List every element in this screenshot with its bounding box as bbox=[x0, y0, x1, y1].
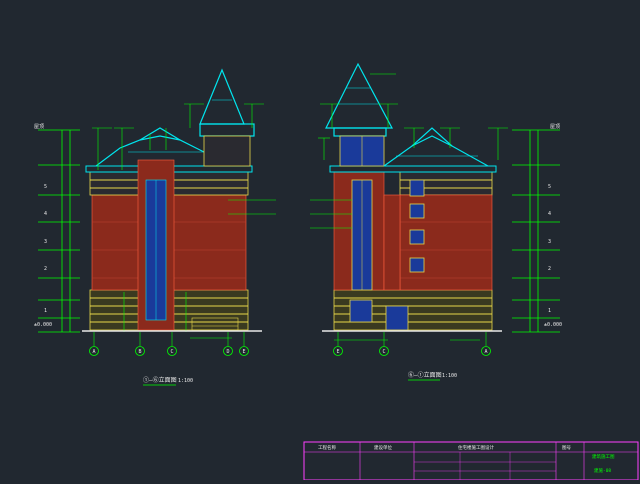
left-view-title-text: ①—⑥立面图 bbox=[143, 376, 177, 384]
title-block-header-1: 工程名称 bbox=[318, 444, 336, 451]
level-label-3: 3 bbox=[44, 239, 47, 245]
right-level-label-4: 4 bbox=[548, 211, 551, 217]
left-axis-label-1: A bbox=[92, 349, 95, 355]
title-block-header-4: 图号 bbox=[562, 445, 571, 451]
title-block-header-2: 建设单位 bbox=[374, 444, 392, 451]
level-label-ground: ±0.000 bbox=[34, 322, 52, 328]
right-level-label-5: 5 bbox=[548, 184, 551, 190]
right-building-body bbox=[329, 165, 497, 331]
right-level-label-2: 2 bbox=[548, 266, 551, 272]
title-block-stamp-top: 建筑施工图 bbox=[592, 453, 615, 460]
title-block-project: 住宅楼施工图设计 bbox=[458, 444, 494, 451]
left-axis-label-3: C bbox=[170, 349, 173, 355]
title-block-stamp-bottom: 建施-08 bbox=[594, 467, 611, 474]
left-axis-label-5: E bbox=[242, 349, 245, 355]
right-level-label-1: 1 bbox=[548, 308, 551, 314]
left-view-scale: 1:100 bbox=[178, 378, 193, 384]
left-view-title: ①—⑥立面图 1:100 bbox=[143, 376, 193, 386]
level-label-4: 4 bbox=[44, 211, 47, 217]
right-level-label-3: 3 bbox=[548, 239, 551, 245]
right-level-label-roof: 屋顶 bbox=[550, 124, 560, 130]
left-axis-label-2: B bbox=[138, 349, 141, 355]
right-view-title-text: ⑥—①立面图 bbox=[408, 371, 442, 379]
left-building-body bbox=[85, 159, 253, 331]
level-label-2: 2 bbox=[44, 266, 47, 272]
right-axis-label-3: A bbox=[484, 349, 487, 355]
level-label-5: 5 bbox=[44, 184, 47, 190]
right-view-scale: 1:100 bbox=[442, 373, 457, 379]
right-axis-label-1: E bbox=[336, 349, 339, 355]
right-view-title: ⑥—①立面图 1:100 bbox=[408, 371, 457, 381]
level-label-roof: 屋顶 bbox=[34, 124, 44, 130]
elevation-drawing: 屋顶 5 4 3 2 1 ±0.000 A B C D E ①—⑥立面图 1:1… bbox=[0, 0, 640, 481]
right-level-label-ground: ±0.000 bbox=[544, 322, 562, 328]
level-label-1: 1 bbox=[44, 308, 47, 314]
left-axis-label-4: D bbox=[226, 349, 229, 355]
right-axis-label-2: C bbox=[382, 349, 385, 355]
cad-drawing-canvas: 屋顶 5 4 3 2 1 ±0.000 A B C D E ①—⑥立面图 1:1… bbox=[0, 0, 640, 481]
